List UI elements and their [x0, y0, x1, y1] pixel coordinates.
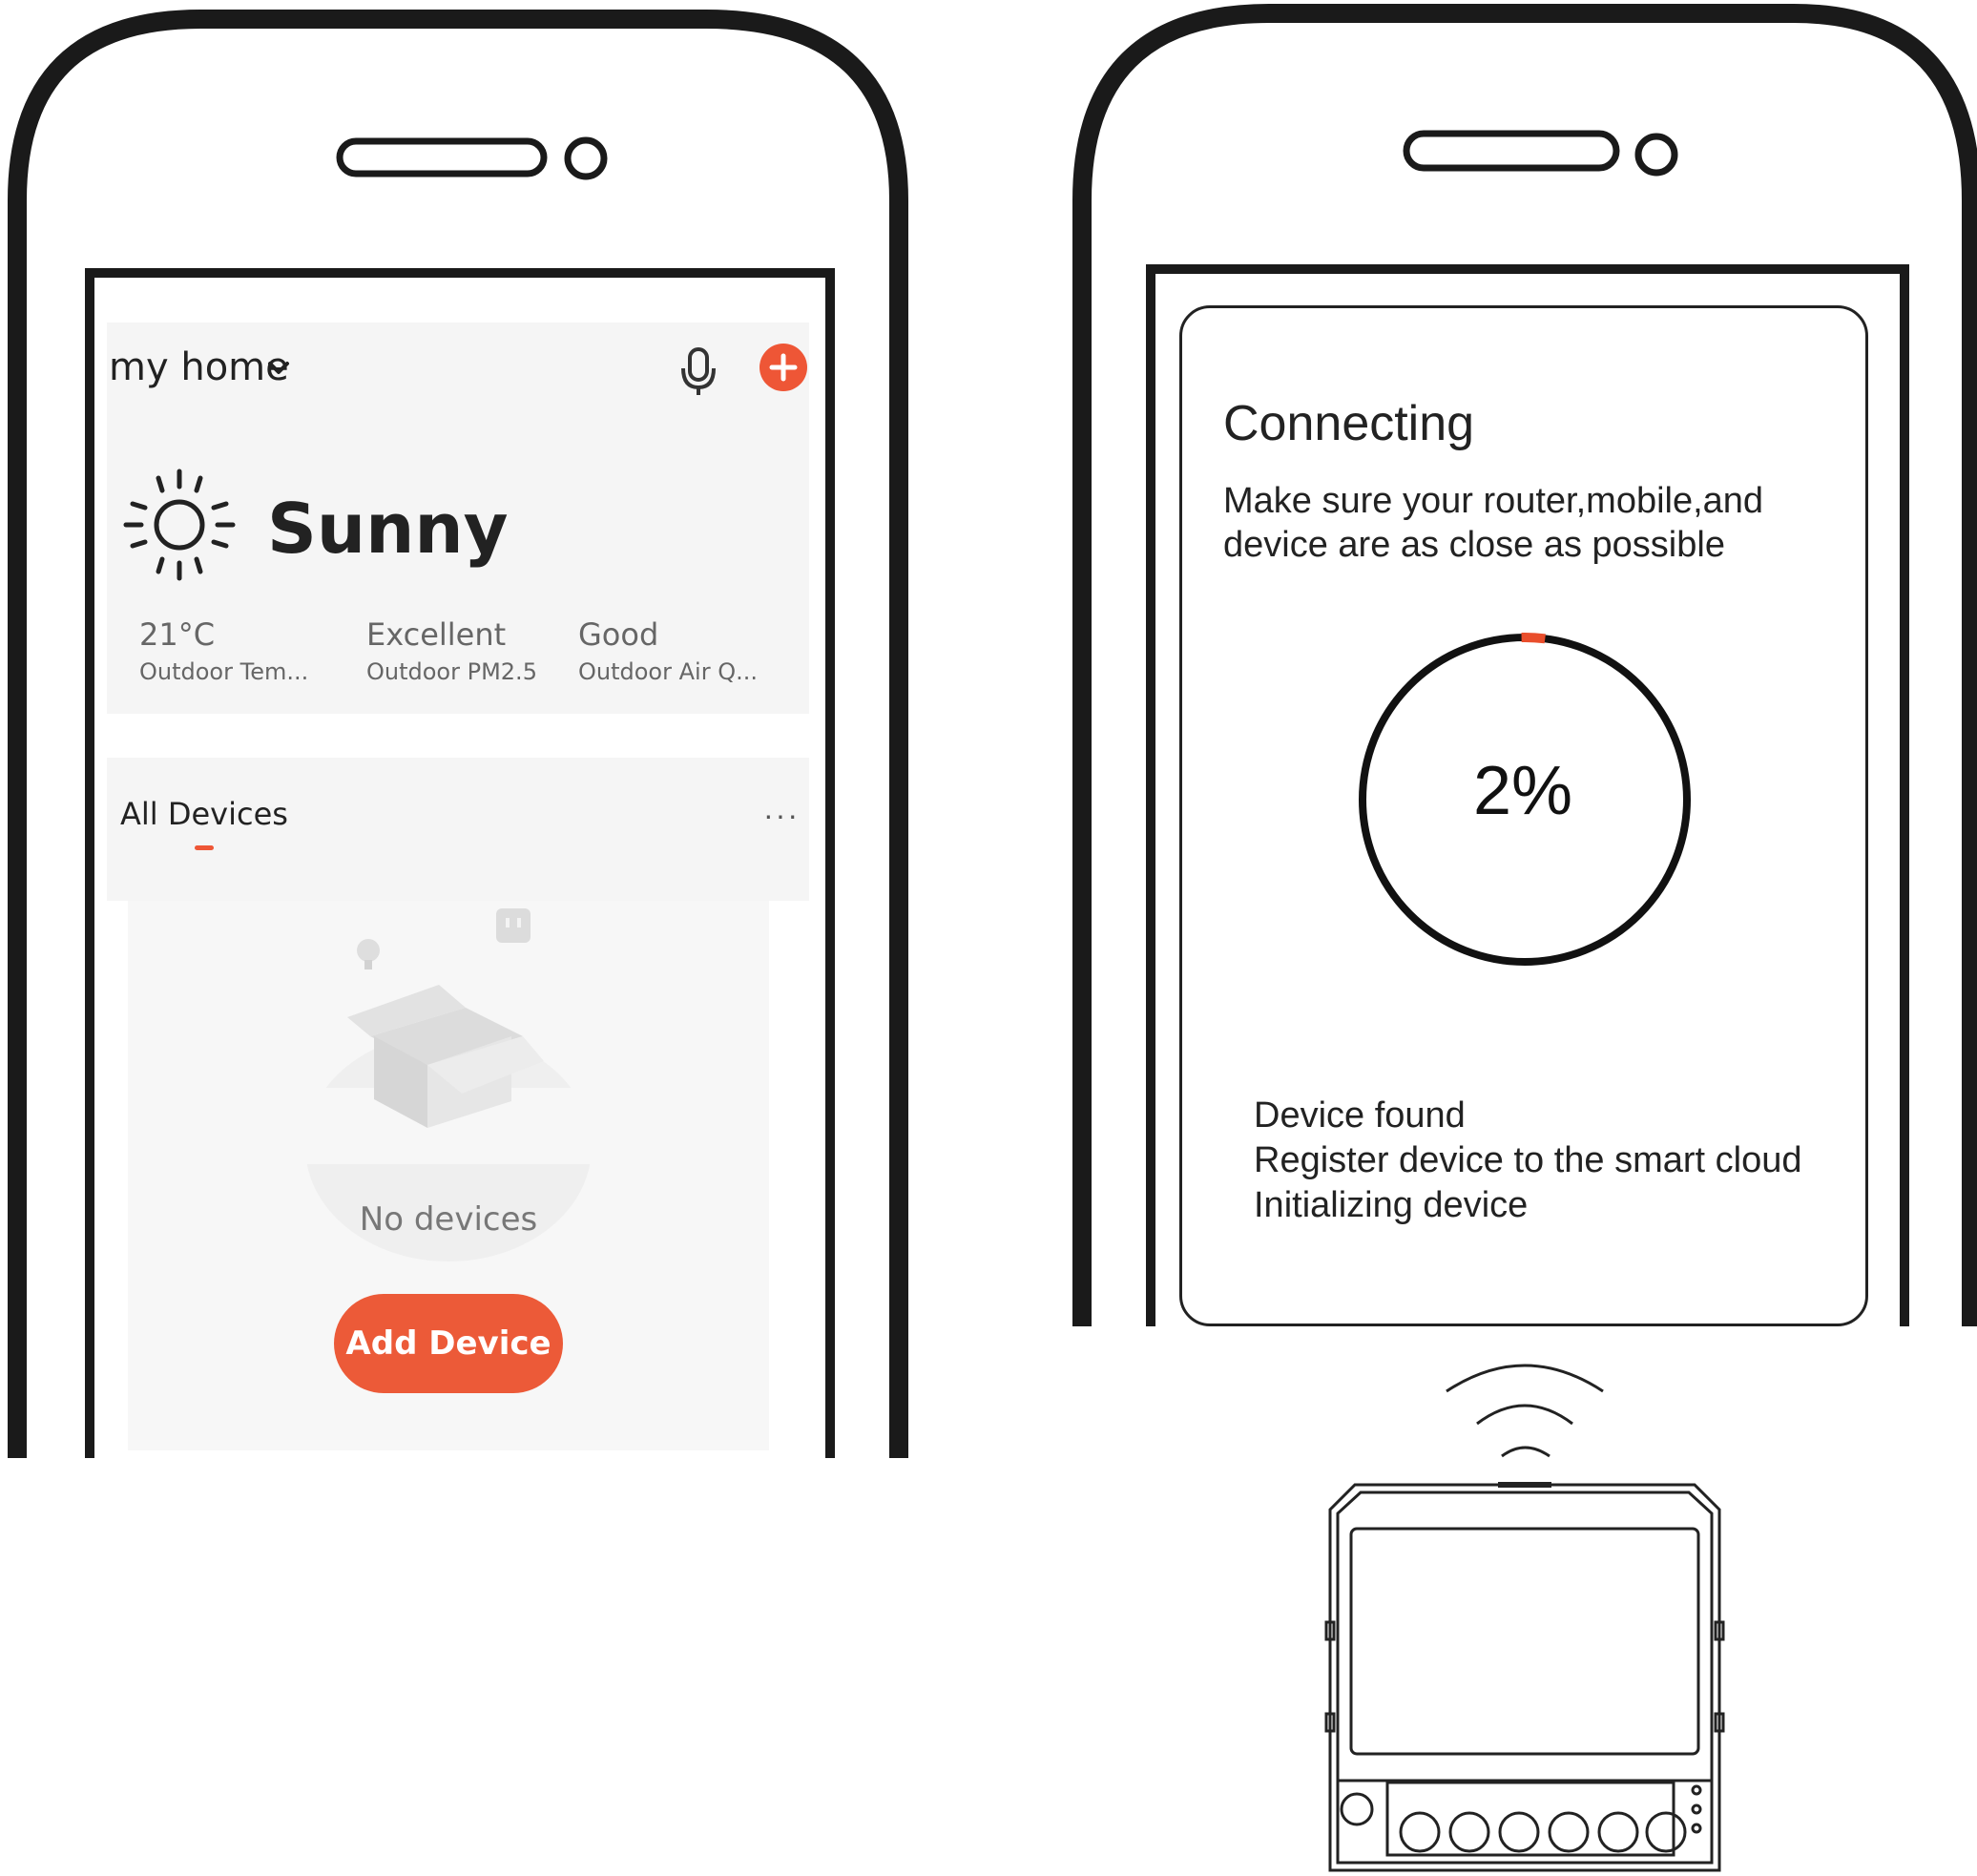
plus-circle-icon	[769, 353, 798, 382]
stat-pm25-label: Outdoor PM2.5	[366, 658, 537, 685]
microphone-icon[interactable]	[679, 345, 718, 397]
add-device-button[interactable]: Add Device	[334, 1294, 563, 1393]
sun-icon	[123, 469, 236, 581]
tab-all-devices[interactable]: All Devices	[120, 796, 288, 832]
front-camera	[1634, 133, 1678, 177]
progress-fill	[1521, 632, 1546, 644]
add-button[interactable]	[760, 344, 807, 391]
chevron-down-icon[interactable]	[267, 359, 290, 378]
step-initializing: Initializing device	[1254, 1185, 1529, 1225]
step-device-found: Device found	[1254, 1095, 1466, 1136]
stat-pm25-value: Excellent	[366, 616, 507, 653]
stat-temperature-value: 21°C	[139, 616, 216, 653]
home-selector-label[interactable]: my home	[109, 345, 289, 389]
earpiece	[1403, 130, 1620, 172]
dialog-title: Connecting	[1223, 396, 1475, 451]
earpiece	[336, 137, 548, 177]
empty-message: No devices	[359, 1200, 538, 1239]
front-camera	[564, 136, 608, 180]
weather-condition: Sunny	[267, 489, 509, 569]
wifi-signal-icon	[1446, 1364, 1604, 1458]
stat-temperature-label: Outdoor Tem...	[139, 658, 309, 685]
empty-box-icon	[305, 908, 611, 1261]
smart-switch-device-icon	[1324, 1482, 1725, 1872]
tab-active-indicator	[195, 845, 214, 850]
ellipsis-icon[interactable]: ···	[763, 798, 800, 833]
step-register-cloud: Register device to the smart cloud	[1254, 1140, 1802, 1180]
stat-air-quality-value: Good	[578, 616, 659, 653]
progress-percent: 2%	[1472, 753, 1573, 829]
stat-air-quality-label: Outdoor Air Q...	[578, 658, 758, 685]
dialog-description: Make sure your router,mobile,and device …	[1223, 481, 1764, 565]
